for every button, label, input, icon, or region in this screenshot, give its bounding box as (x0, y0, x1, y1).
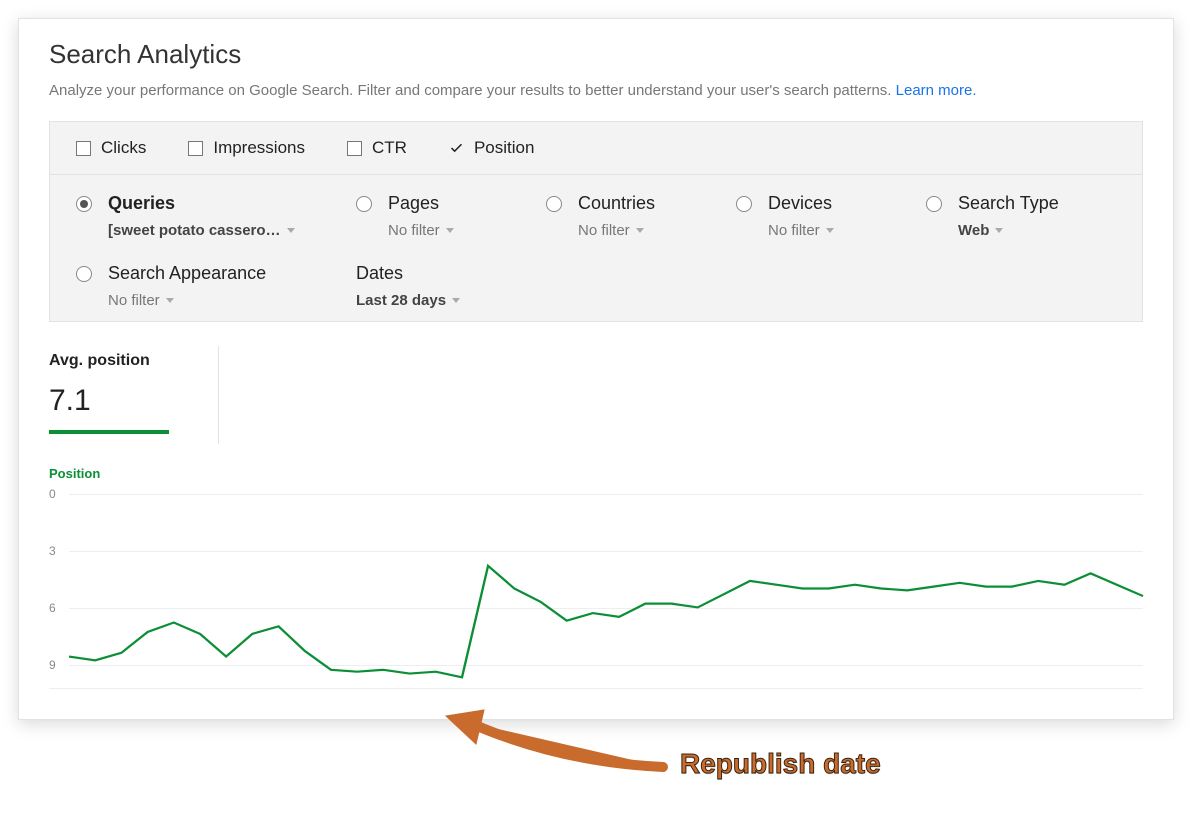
chevron-down-icon (446, 228, 454, 233)
metric-summary: Avg. position 7.1 (49, 346, 1143, 444)
search-analytics-panel: Search Analytics Analyze your performanc… (18, 18, 1174, 720)
filter-label: Devices (768, 193, 832, 214)
avg-position-card: Avg. position 7.1 (49, 346, 219, 444)
chevron-down-icon (636, 228, 644, 233)
filter-label: Dates (356, 263, 403, 284)
checkbox-icon (76, 141, 91, 156)
filter-countries[interactable]: Countries No filter (546, 193, 736, 239)
metric-label: Impressions (213, 138, 305, 158)
metric-ctr[interactable]: CTR (347, 138, 407, 158)
filter-value-text: [sweet potato cassero… (108, 222, 281, 239)
filter-queries[interactable]: Queries [sweet potato cassero… (76, 193, 356, 239)
metric-impressions[interactable]: Impressions (188, 138, 305, 158)
controls-block: Clicks Impressions CTR Position (49, 121, 1143, 322)
metric-label: CTR (372, 138, 407, 158)
radio-icon (926, 196, 942, 212)
filter-label: Search Type (958, 193, 1059, 214)
metric-label: Clicks (101, 138, 146, 158)
chevron-down-icon (826, 228, 834, 233)
learn-more-link[interactable]: Learn more. (896, 82, 977, 99)
metric-label: Position (474, 138, 534, 158)
position-line-chart[interactable]: 0 3 6 9 (49, 489, 1143, 689)
y-tick-label: 6 (49, 601, 56, 615)
filter-label: Queries (108, 193, 175, 214)
filter-value-text: Last 28 days (356, 292, 446, 309)
filter-value-dropdown[interactable]: Web (958, 222, 1116, 239)
page-subtitle: Analyze your performance on Google Searc… (49, 80, 1143, 101)
chart-area: Position 0 3 6 9 (49, 466, 1143, 689)
accent-bar (49, 430, 169, 434)
filter-value-dropdown[interactable]: No filter (578, 222, 736, 239)
metric-position[interactable]: Position (449, 138, 534, 158)
y-tick-label: 0 (49, 487, 56, 501)
filter-value-text: Web (958, 222, 989, 239)
radio-icon (736, 196, 752, 212)
radio-icon (76, 266, 92, 282)
filter-value-dropdown[interactable]: Last 28 days (356, 292, 546, 309)
checkbox-icon (347, 141, 362, 156)
filter-label: Search Appearance (108, 263, 266, 284)
subtitle-text: Analyze your performance on Google Searc… (49, 82, 896, 99)
filter-value-text: No filter (768, 222, 820, 239)
filter-value-dropdown[interactable]: [sweet potato cassero… (108, 222, 356, 239)
filter-label: Countries (578, 193, 655, 214)
filter-value-dropdown[interactable]: No filter (768, 222, 926, 239)
filter-dates[interactable]: Dates Last 28 days (356, 263, 546, 309)
chevron-down-icon (287, 228, 295, 233)
filter-devices[interactable]: Devices No filter (736, 193, 926, 239)
filter-search-type[interactable]: Search Type Web (926, 193, 1116, 239)
metrics-row: Clicks Impressions CTR Position (50, 122, 1142, 175)
radio-icon (76, 196, 92, 212)
filters-grid: Queries [sweet potato cassero… Pages No … (50, 175, 1142, 321)
line-series (69, 489, 1143, 688)
filter-value-dropdown[interactable]: No filter (108, 292, 356, 309)
filter-value-dropdown[interactable]: No filter (388, 222, 546, 239)
avg-position-label: Avg. position (49, 352, 218, 370)
metric-clicks[interactable]: Clicks (76, 138, 146, 158)
y-tick-label: 3 (49, 544, 56, 558)
chevron-down-icon (452, 298, 460, 303)
radio-icon (356, 196, 372, 212)
filter-pages[interactable]: Pages No filter (356, 193, 546, 239)
avg-position-value: 7.1 (49, 384, 218, 418)
filter-value-text: No filter (388, 222, 440, 239)
page-title: Search Analytics (49, 39, 1143, 70)
checkbox-icon (188, 141, 203, 156)
checkmark-icon (449, 141, 464, 156)
y-tick-label: 9 (49, 658, 56, 672)
chart-title: Position (49, 466, 1143, 481)
filter-value-text: No filter (108, 292, 160, 309)
chevron-down-icon (166, 298, 174, 303)
chevron-down-icon (995, 228, 1003, 233)
annotation-text: Republish date (680, 748, 881, 780)
filter-value-text: No filter (578, 222, 630, 239)
filter-label: Pages (388, 193, 439, 214)
radio-icon (546, 196, 562, 212)
filter-search-appearance[interactable]: Search Appearance No filter (76, 263, 356, 309)
